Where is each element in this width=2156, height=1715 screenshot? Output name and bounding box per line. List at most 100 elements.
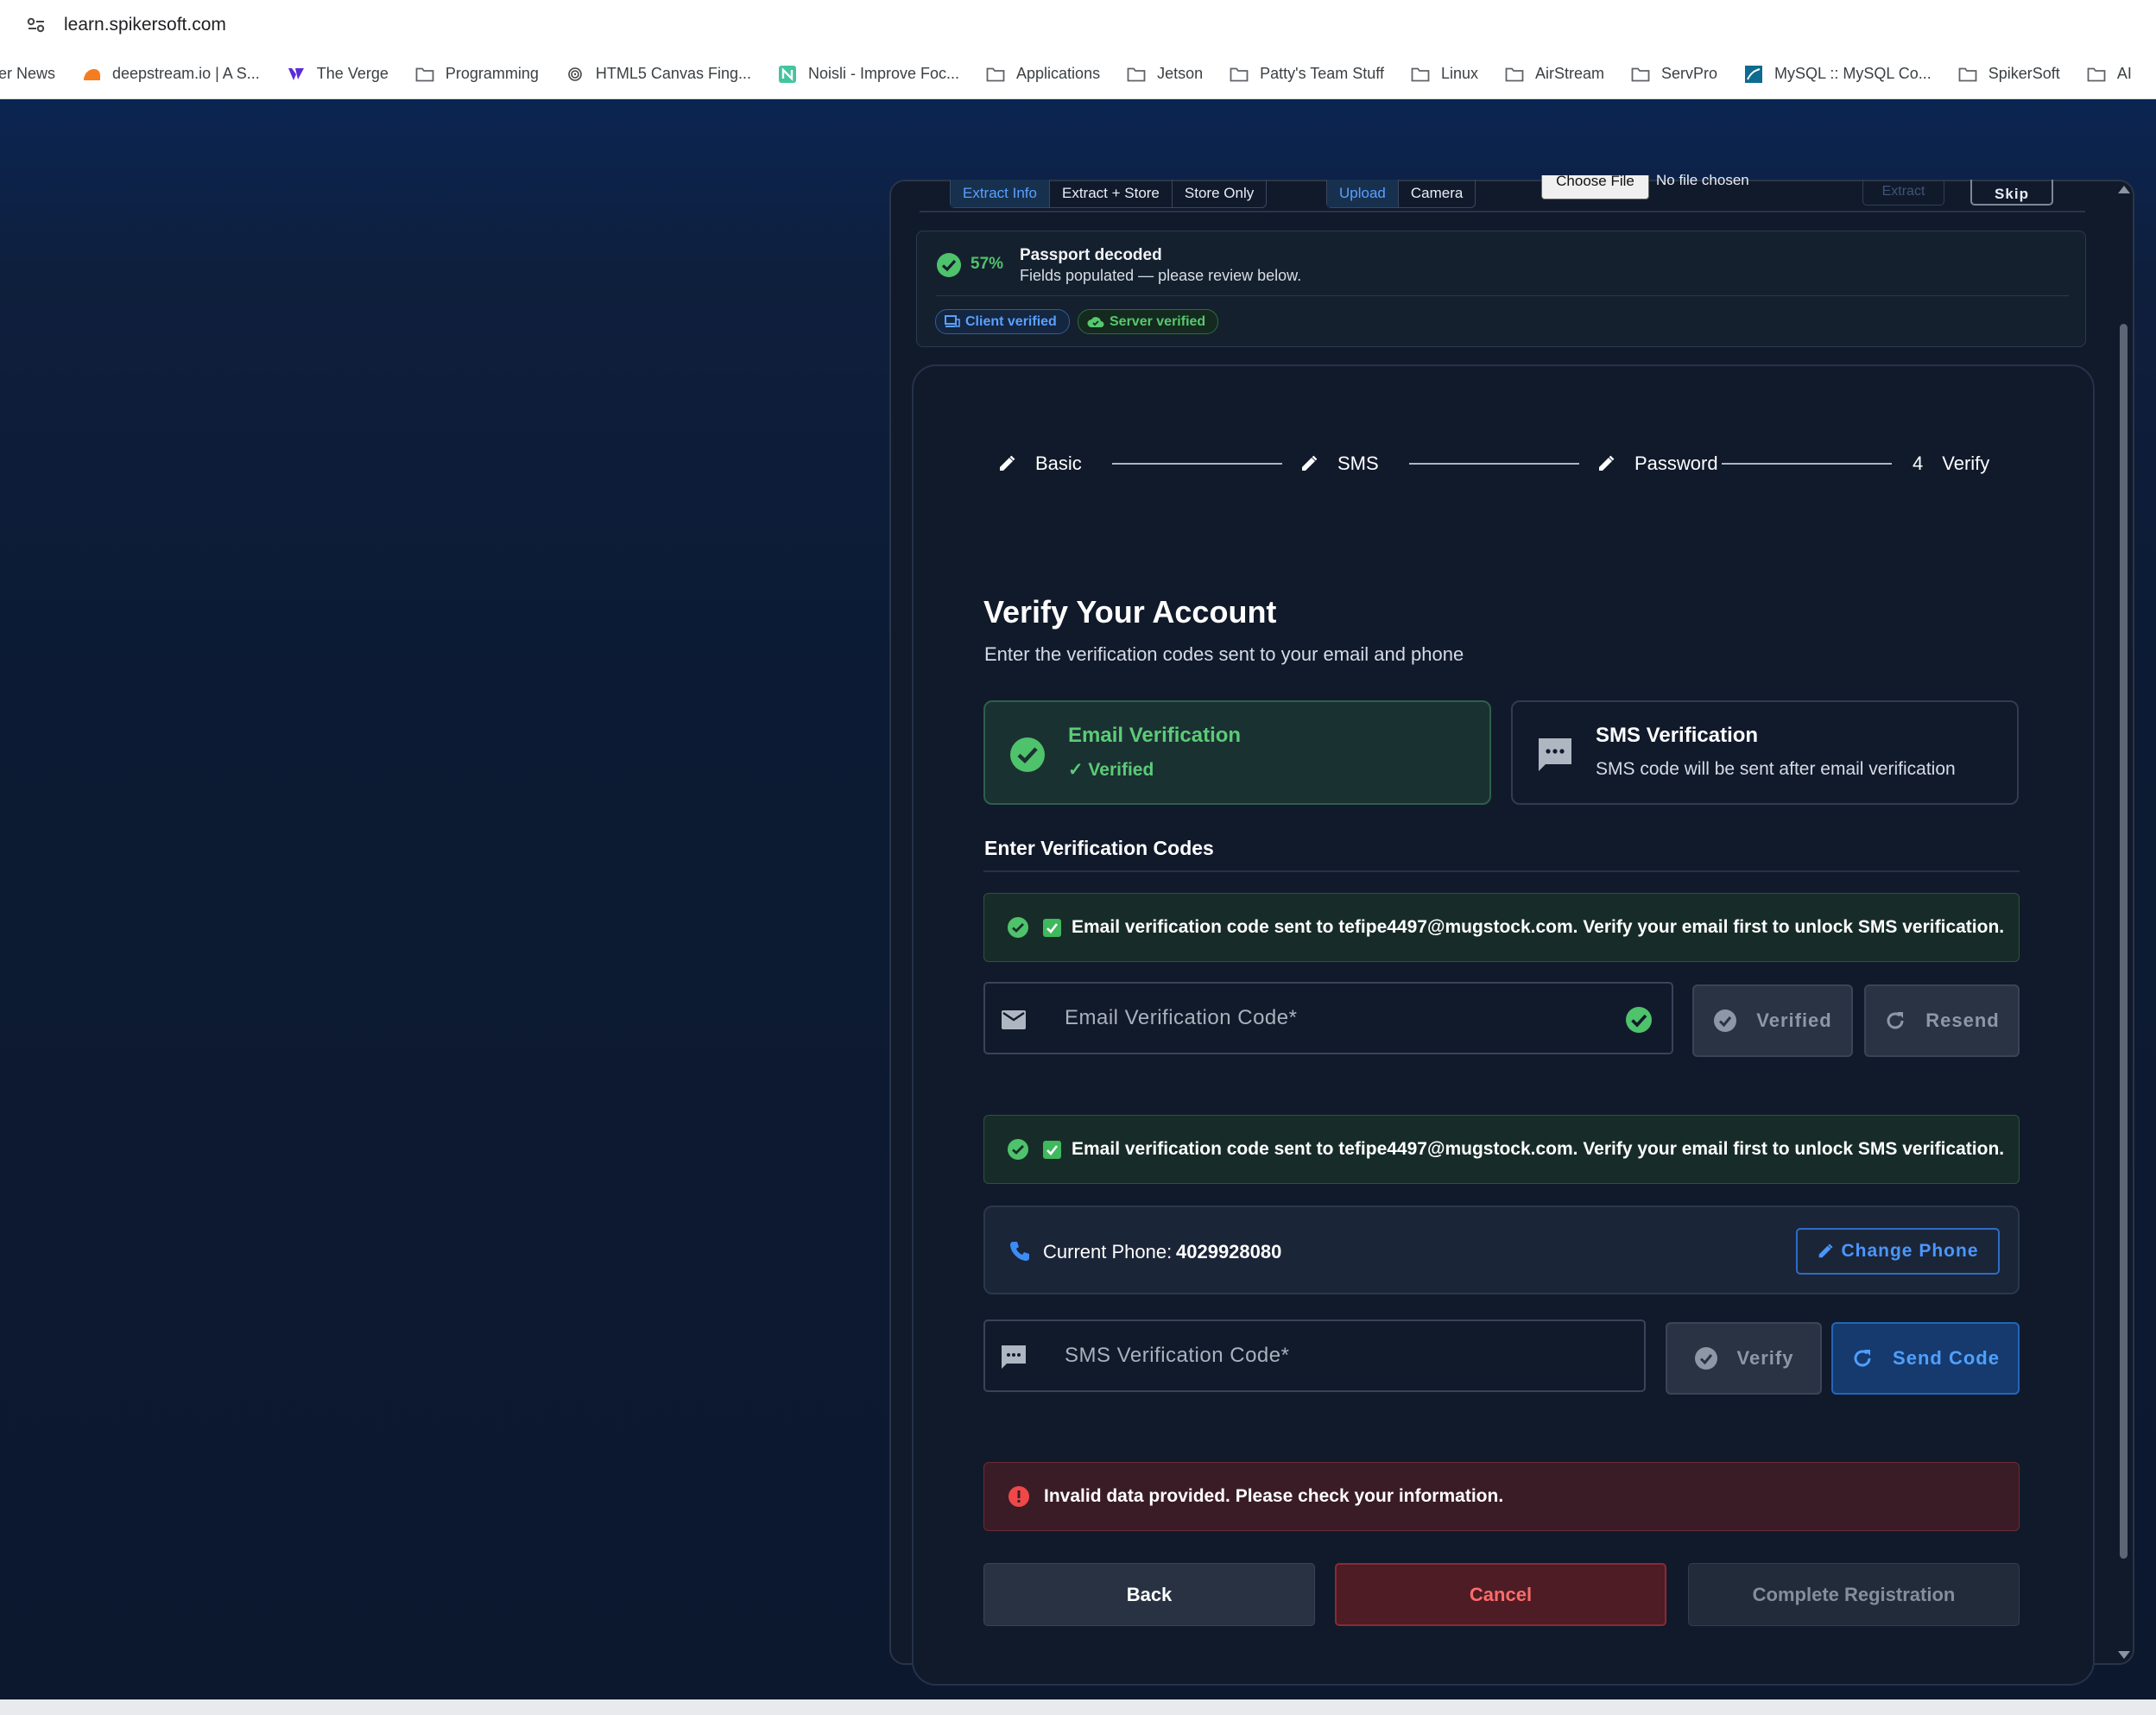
server-verified-label: Server verified [1110,313,1206,329]
sms-code-input[interactable] [1065,1338,1600,1373]
email-code-input[interactable] [1065,1001,1600,1035]
sms-alert-text: Email verification code sent to tefipe44… [1072,1139,2005,1159]
client-verified-chip: Client verified [935,309,1070,334]
check-circle-icon [1626,1007,1652,1033]
server-verified-chip: Server verified [1078,309,1218,334]
current-phone-row: Current Phone: 4029928080 Change Phone [983,1206,2020,1294]
step-connector [1112,463,1282,465]
device-icon [945,314,960,327]
bookmark-item[interactable]: MySQL :: MySQL Co... [1743,65,1932,83]
step-connector [1409,463,1579,465]
back-button[interactable]: Back [983,1563,1315,1626]
bookmark-item[interactable]: AirStream [1504,65,1604,83]
resend-button[interactable]: Resend [1864,984,2020,1057]
folder-icon [1229,66,1249,83]
sms-message-icon [1539,738,1571,771]
bookmark-item[interactable]: ServPro [1630,65,1717,83]
deepstream-icon [81,66,102,83]
scroll-thumb[interactable] [2120,324,2128,1559]
mail-icon [1002,1010,1026,1029]
resend-button-label: Resend [1925,1009,2000,1031]
bookmark-label: MySQL :: MySQL Co... [1774,65,1932,82]
bookmark-label: ServPro [1661,65,1718,82]
decode-percent: 57% [971,255,1004,273]
address-bar[interactable]: learn.spikersoft.com [0,0,2156,49]
bookmark-label: AI [2116,65,2132,82]
check-circle-icon [937,253,961,277]
verified-button-label: Verified [1756,1009,1832,1031]
phone-number: 4029928080 [1176,1241,1282,1263]
step-verify[interactable]: 4 Verify [1913,449,1989,478]
bookmark-item[interactable]: The Verge [286,65,389,83]
bookmark-item[interactable]: HTML5 Canvas Fing... [565,65,751,83]
file-status: No file chosen [1656,172,1749,188]
bookmark-item[interactable]: Linux [1410,65,1478,83]
choose-file-button[interactable]: Choose File [1541,175,1649,199]
verified-button[interactable]: Verified [1692,984,1853,1057]
bookmark-label: SpikerSoft [1988,65,2060,82]
bookmark-item[interactable]: Programming [414,65,539,83]
extract-button[interactable]: Extract [1862,180,1944,206]
bookmark-item[interactable]: Applications [985,65,1100,83]
tab-upload[interactable]: Upload [1327,180,1399,207]
checkbox-icon [1043,1140,1061,1159]
sms-message-icon [1002,1345,1026,1369]
site-settings-icon[interactable] [26,17,47,33]
step-password[interactable]: Password [1596,449,1718,478]
bookmark-label: Programming [445,65,539,82]
email-verification-status: ✓ Verified [1068,760,1154,780]
page-subtitle: Enter the verification codes sent to you… [984,643,1464,665]
sms-verification-title: SMS Verification [1596,724,1759,747]
bookmark-item[interactable]: deepstream.io | A S... [81,65,260,83]
bookmark-item[interactable]: Noisli - Improve Foc... [777,65,959,83]
phone-label: Current Phone: [1043,1241,1173,1263]
email-verification-card: Email Verification ✓ Verified [983,700,1491,805]
email-verification-title: Email Verification [1068,724,1242,747]
tab-extract-store[interactable]: Extract + Store [1050,180,1173,207]
tab-store-only[interactable]: Store Only [1173,180,1266,207]
folder-icon [1957,66,1978,83]
client-verified-label: Client verified [965,313,1057,329]
bookmark-item[interactable]: er News [0,65,55,83]
bookmark-label: Jetson [1157,65,1204,82]
checkbox-icon [1043,918,1061,937]
noisli-icon [777,65,798,83]
step-basic[interactable]: Basic [997,449,1082,478]
bookmark-item[interactable]: AI [2086,65,2132,83]
check-circle-icon [1008,1139,1028,1160]
check-circle-icon [1008,917,1028,938]
skip-button[interactable]: Skip [1970,180,2053,206]
verge-icon [286,66,307,83]
send-code-label: Send Code [1893,1347,2000,1369]
error-icon [1008,1486,1029,1507]
refresh-icon [1887,1012,1904,1029]
complete-registration-button[interactable]: Complete Registration [1688,1563,2020,1626]
source-tabs: Upload Camera [1326,180,1476,208]
error-text: Invalid data provided. Please check your… [1044,1486,1504,1506]
bookmark-label: Applications [1016,65,1101,82]
cancel-button[interactable]: Cancel [1335,1563,1666,1626]
change-phone-button[interactable]: Change Phone [1796,1228,2000,1275]
tab-camera[interactable]: Camera [1399,180,1475,207]
sms-verification-card: SMS Verification SMS code will be sent a… [1511,700,2019,805]
decoded-title: Passport decoded [1020,246,1162,264]
scroll-down-arrow-icon[interactable] [2118,1651,2130,1659]
change-phone-label: Change Phone [1841,1241,1979,1261]
bookmark-label: AirStream [1535,65,1605,82]
send-code-button[interactable]: Send Code [1831,1322,2020,1395]
bookmark-item[interactable]: SpikerSoft [1957,65,2060,83]
url-text[interactable]: learn.spikersoft.com [64,15,226,35]
check-circle-icon [1010,737,1045,772]
folder-icon [1504,66,1525,83]
bookmark-item[interactable]: Patty's Team Stuff [1229,65,1384,83]
folder-icon [2086,66,2107,83]
bookmark-item[interactable]: Jetson [1126,65,1203,83]
tab-extract-info[interactable]: Extract Info [951,180,1050,207]
cloud-check-icon [1087,316,1104,327]
scroll-up-arrow-icon[interactable] [2118,186,2130,193]
email-code-sent-alert: Email verification code sent to tefipe44… [983,893,2020,962]
step-basic-label: Basic [1035,452,1082,474]
divider [936,295,2069,296]
verify-sms-button[interactable]: Verify [1666,1322,1822,1395]
step-sms[interactable]: SMS [1299,449,1379,478]
